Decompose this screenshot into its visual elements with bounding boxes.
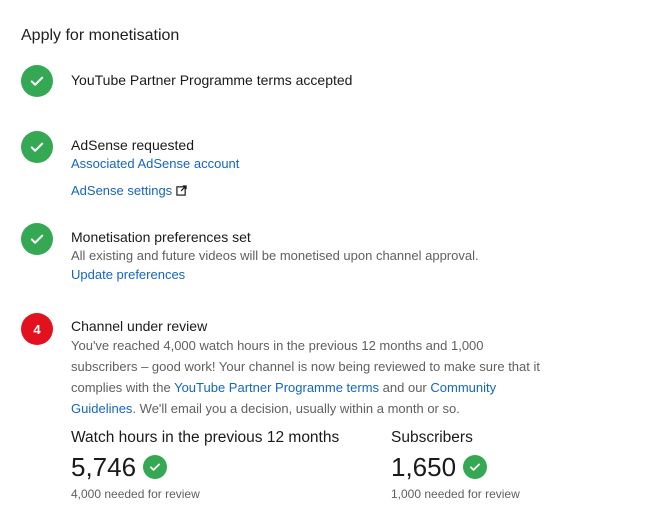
monetisation-page: Apply for monetisation YouTube Partner P… — [0, 0, 647, 531]
desc-line-2: subscribers – good work! Your channel is… — [71, 359, 540, 374]
check-icon — [21, 131, 53, 163]
subscribers-needed: 1,000 needed for review — [391, 487, 520, 501]
community-guidelines-link[interactable]: Community — [430, 380, 496, 395]
ypp-terms-link[interactable]: YouTube Partner Programme terms — [174, 380, 379, 395]
step-title: AdSense requested — [71, 137, 194, 153]
adsense-settings-link[interactable]: AdSense settings — [71, 182, 571, 201]
step-title: Channel under review — [71, 318, 208, 334]
watch-hours-value: 5,746 — [71, 452, 137, 482]
subscribers-value: 1,650 — [391, 452, 457, 482]
check-icon — [143, 455, 168, 479]
check-icon — [21, 65, 53, 97]
associated-adsense-account-link[interactable]: Associated AdSense account — [71, 155, 571, 173]
community-guidelines-link-cont[interactable]: Guidelines — [71, 401, 132, 416]
check-icon — [21, 223, 53, 255]
desc-line-3: complies with the YouTube Partner Progra… — [71, 377, 571, 398]
desc-text: complies with the — [71, 380, 175, 395]
page-title: Apply for monetisation — [21, 27, 180, 44]
check-icon — [463, 455, 488, 479]
external-link-icon — [176, 183, 187, 201]
watch-hours-label: Watch hours in the previous 12 months — [71, 429, 340, 446]
watch-hours-needed: 4,000 needed for review — [71, 487, 200, 501]
desc-text: . We'll email you a decision, usually wi… — [132, 401, 460, 416]
desc-line-1: You've reached 4,000 watch hours in the … — [71, 338, 484, 353]
subscribers-stat: Subscribers 1,650 1,000 needed for revie… — [391, 429, 520, 501]
step-title: Monetisation preferences set — [71, 229, 251, 245]
step-description: You've reached 4,000 watch hours in the … — [71, 335, 571, 419]
subscribers-label: Subscribers — [391, 429, 473, 446]
step-number-badge: 4 — [21, 313, 53, 345]
adsense-settings-label: AdSense settings — [71, 183, 173, 198]
watch-hours-stat: Watch hours in the previous 12 months 5,… — [71, 429, 339, 501]
step-description: All existing and future videos will be m… — [71, 248, 479, 263]
desc-line-4: Guidelines. We'll email you a decision, … — [71, 398, 571, 419]
desc-text: and our — [379, 380, 431, 395]
step-title: YouTube Partner Programme terms accepted — [71, 72, 353, 88]
update-preferences-link[interactable]: Update preferences — [71, 266, 571, 284]
